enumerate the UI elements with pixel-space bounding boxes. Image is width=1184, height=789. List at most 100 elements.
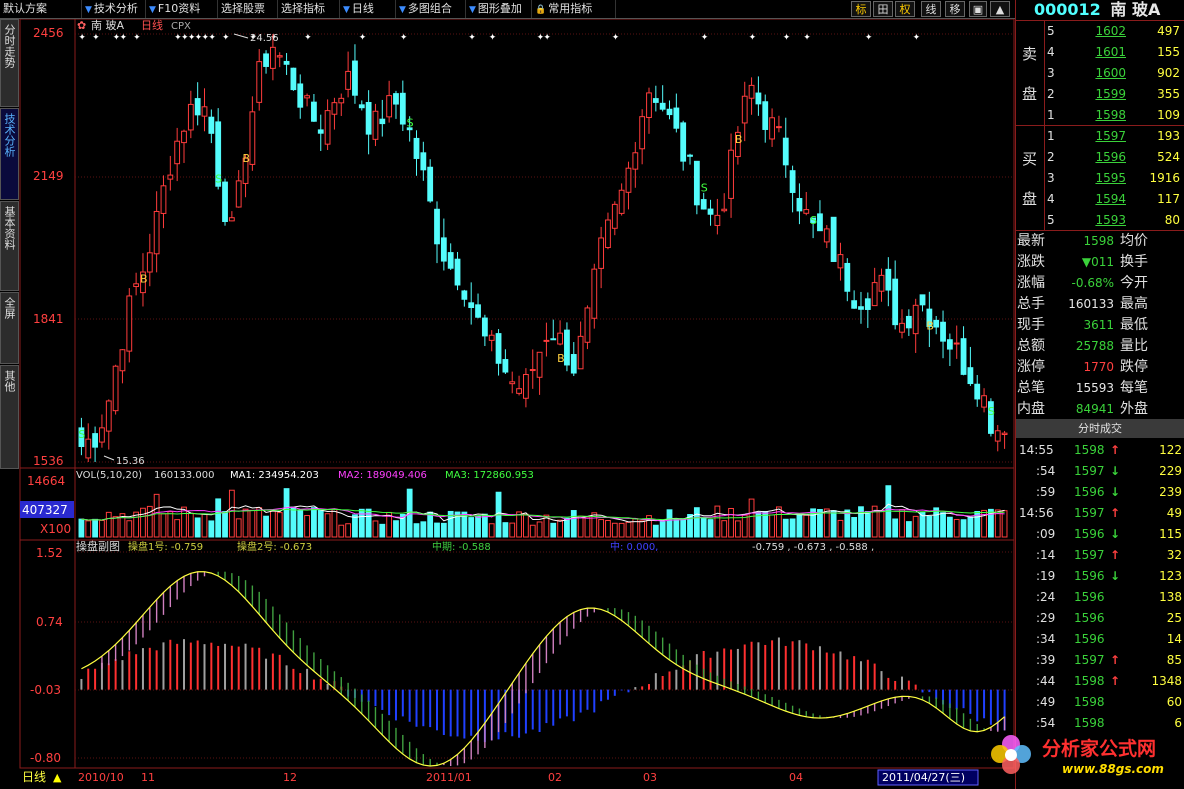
buy-signal: B — [243, 152, 251, 165]
vol-tick-mid: 407327 — [22, 503, 68, 517]
chart-area[interactable]: ✿ 南 玻A 日线 CPX 2456 2149 1841 1536 ✦ ✦ ✦ ✦ ✦ ✦… — [0, 19, 1015, 789]
volume-bar — [352, 514, 358, 538]
stat-key: 涨停 — [1017, 359, 1045, 375]
book-row[interactable]: 4 1601 155 — [1044, 42, 1184, 63]
stat-key-2: 最低 — [1120, 317, 1148, 333]
menu-common-indicators[interactable]: 🔒 常用指标 — [532, 0, 616, 18]
candle-body — [413, 137, 420, 159]
book-row[interactable]: 4 1594 117 — [1044, 189, 1184, 210]
menu-label: 日线 — [351, 2, 374, 15]
trade-time: :29 — [1036, 611, 1056, 625]
volume-bar — [1001, 510, 1008, 538]
candle-body — [427, 166, 434, 202]
trade-ticks-title[interactable]: 分时成交 — [1016, 419, 1184, 438]
candle-body — [317, 129, 324, 134]
trade-volume: 122 — [1159, 443, 1182, 457]
candle-body — [399, 92, 406, 125]
candle-body — [228, 217, 235, 222]
down-arrow-icon: ↓ — [1110, 569, 1121, 583]
grid-button[interactable]: 田 — [873, 1, 893, 17]
menu-period-day[interactable]: ▼ 日线 — [340, 0, 396, 18]
stat-key-2: 最高 — [1120, 296, 1148, 312]
book-row[interactable]: 2 1599 355 — [1044, 84, 1184, 105]
volume-bar — [912, 515, 919, 538]
candle-body — [741, 95, 748, 124]
signal-star: ✦ — [489, 33, 497, 43]
trade-price: 1598 — [1074, 443, 1105, 457]
volume-bar — [557, 519, 563, 538]
date-label-4: 2011/01 — [426, 771, 472, 784]
volume-bar — [174, 519, 181, 538]
buy-signal: B — [926, 319, 934, 332]
signal-star: ✦ — [92, 33, 100, 43]
date-mode-label[interactable]: 日线 — [22, 770, 46, 784]
menu-label: 常用指标 — [548, 2, 593, 15]
volume-bar — [769, 514, 775, 538]
volume-bar — [864, 511, 871, 538]
line-button[interactable]: 线 — [921, 1, 941, 17]
book-row[interactable]: 5 1593 80 — [1044, 210, 1184, 231]
candle-body — [919, 294, 926, 306]
candle-body — [126, 295, 133, 352]
volume-bar — [605, 520, 611, 538]
candle-body — [338, 97, 345, 104]
dropdown-triangle-icon: ▼ — [343, 5, 350, 15]
candle-body — [721, 208, 728, 212]
volume-bar — [844, 509, 851, 538]
move-button[interactable]: 移 — [945, 1, 965, 17]
volume-bar — [468, 517, 475, 538]
volume-bar — [297, 509, 304, 538]
menu-overlay[interactable]: ▼ 图形叠加 — [466, 0, 532, 18]
trade-price: 1596 — [1074, 527, 1105, 541]
book-row[interactable]: 3 1595 1916 — [1044, 168, 1184, 189]
candle-body — [570, 354, 577, 374]
signal-star: ✦ — [612, 33, 620, 43]
menu-select-indicator[interactable]: 选择指标 — [278, 0, 340, 18]
candle-body — [516, 388, 522, 394]
up-arrow-icon[interactable]: ▲ — [990, 1, 1010, 17]
volume-bar — [748, 498, 755, 538]
menu-multi-chart[interactable]: ▼ 多图组合 — [396, 0, 466, 18]
signal-star: ✦ — [913, 33, 921, 43]
menu-default-scheme[interactable]: 默认方案 — [0, 0, 82, 18]
buy-label-bottom: 盘 — [1022, 190, 1038, 208]
volume-bar — [502, 522, 509, 538]
menu-select-stock[interactable]: 选择股票 — [218, 0, 278, 18]
book-row[interactable]: 2 1596 524 — [1044, 147, 1184, 168]
menu-f10[interactable]: ▼ F10资料 — [146, 0, 218, 18]
book-row[interactable]: 1 1597 193 — [1044, 126, 1184, 147]
book-row[interactable]: 5 1602 497 — [1044, 21, 1184, 42]
trade-volume: 49 — [1166, 506, 1182, 520]
candle-body — [878, 274, 885, 292]
volume-bar — [946, 516, 953, 538]
stock-name-label: 南 玻A — [91, 19, 124, 32]
book-row[interactable]: 1 1598 109 — [1044, 105, 1184, 126]
trade-time: :49 — [1036, 695, 1056, 709]
mark-button[interactable]: 标 — [851, 1, 871, 17]
volume-bar — [413, 523, 420, 538]
candle-body — [85, 438, 92, 459]
trade-volume: 239 — [1159, 485, 1182, 499]
book-volume: 497 — [1157, 24, 1180, 38]
volume-bar — [269, 510, 276, 538]
stat-value: -0.68% — [1071, 276, 1114, 290]
candle-body — [639, 116, 646, 150]
sub-zhong-label: 中: 0.000, — [610, 540, 658, 553]
candle-body — [434, 208, 440, 245]
candle-body — [112, 365, 119, 412]
high-price-label: 24.56 — [250, 33, 279, 44]
stat-key: 内盘 — [1017, 401, 1045, 417]
up-arrow-icon: ↑ — [1110, 548, 1121, 562]
candle-body — [762, 101, 769, 130]
dropdown-triangle-icon: ▼ — [469, 5, 476, 15]
candle-body — [871, 282, 878, 307]
window-mode-icon[interactable]: ▣ — [969, 1, 987, 17]
menu-tech-analysis[interactable]: ▼ 技术分析 — [82, 0, 146, 18]
candle-body — [817, 213, 823, 232]
candle-body — [324, 110, 331, 145]
book-row[interactable]: 3 1600 902 — [1044, 63, 1184, 84]
date-mode-triangle-icon[interactable]: ▲ — [53, 771, 62, 784]
signal-star: ✦ — [865, 33, 873, 43]
book-volume: 80 — [1164, 213, 1180, 227]
rights-button[interactable]: 权 — [895, 1, 915, 17]
